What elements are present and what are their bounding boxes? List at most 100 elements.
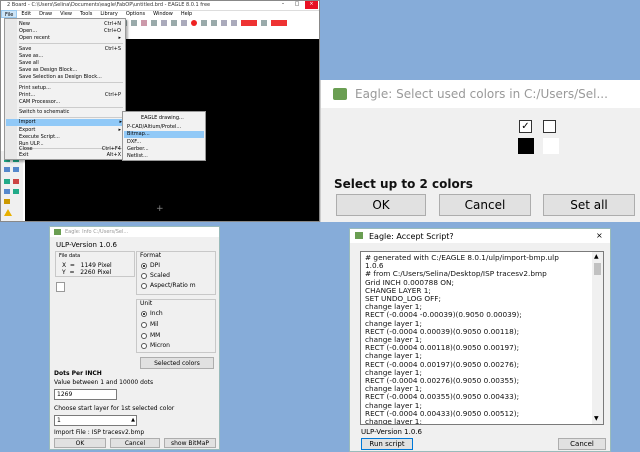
menu-window[interactable]: Window: [149, 10, 177, 18]
unit-option-inch[interactable]: Inch: [141, 310, 163, 317]
tool-icon-9[interactable]: [4, 199, 10, 204]
menu-options[interactable]: Options: [122, 10, 149, 18]
toolbar-icon-5[interactable]: [161, 20, 167, 26]
tool-icon-3[interactable]: [4, 167, 10, 172]
menu-item-save-design-block[interactable]: Save as Design Block...: [19, 67, 123, 73]
menu-item-print[interactable]: Print... Ctrl+P: [19, 92, 123, 98]
format-option-aspect[interactable]: Aspect/Ratio m: [141, 282, 196, 289]
format-option-scaled[interactable]: Scaled: [141, 272, 170, 279]
tool-icon-7[interactable]: [4, 189, 10, 194]
menu-draw[interactable]: Draw: [35, 10, 56, 18]
submenu-item-eagle-drawing[interactable]: EAGLE drawing...: [141, 115, 203, 121]
color-checkbox-2[interactable]: [543, 120, 556, 133]
script-close-icon[interactable]: ×: [596, 231, 603, 240]
radio-dpi[interactable]: [141, 262, 147, 269]
radio-mil[interactable]: [141, 321, 147, 328]
toolbar-icon-2[interactable]: [131, 20, 137, 26]
menu-item-print-setup[interactable]: Print setup...: [19, 85, 123, 91]
menu-tools[interactable]: Tools: [76, 10, 96, 18]
window-maximize-icon[interactable]: □: [291, 1, 303, 9]
tool-icon-8[interactable]: [13, 189, 19, 194]
script-title-bar: Eagle: Accept Script? ×: [350, 229, 610, 243]
board-title: 2 Board - C:\Users\Selina\Documents\eagl…: [7, 2, 211, 8]
info-cancel-button[interactable]: Cancel: [110, 438, 160, 448]
import-file-label: Import File : ISP tracesv2.bmp: [54, 429, 145, 436]
radio-mm[interactable]: [141, 332, 147, 339]
file-y-pixels: Y = 2260 Pixel: [62, 269, 112, 276]
menu-item-execute-script[interactable]: Execute Script...: [19, 134, 123, 140]
window-close-icon[interactable]: ×: [305, 1, 318, 9]
info-title: Eagle: Info C:/Users/Sel...: [65, 229, 129, 235]
script-line: change layer 1;: [365, 417, 422, 425]
menu-item-open[interactable]: Open... Ctrl+O: [19, 28, 123, 34]
run-script-button[interactable]: Run script: [361, 438, 413, 450]
info-ok-button[interactable]: OK: [54, 438, 106, 448]
script-scrollbar[interactable]: ▲ ▼: [592, 252, 603, 424]
colors-ok-button[interactable]: OK: [336, 194, 426, 216]
toolbar-icon-3[interactable]: [141, 20, 147, 26]
menu-file[interactable]: File: [1, 10, 18, 18]
radio-inch[interactable]: [141, 310, 147, 317]
menu-view[interactable]: View: [56, 10, 76, 18]
dots-range-hint: Value between 1 and 10000 dots: [54, 379, 154, 386]
info-dialog: Eagle: Info C:/Users/Sel... ULP-Version …: [49, 226, 220, 450]
toolbar-icon-4[interactable]: [151, 20, 157, 26]
toolbar-icon-9[interactable]: [211, 20, 217, 26]
toolbar-icon-11[interactable]: [231, 20, 237, 26]
menu-item-new[interactable]: New Ctrl+N: [19, 21, 123, 27]
show-bitmap-button[interactable]: show BitMaP: [164, 438, 216, 448]
toolbar-icon-12[interactable]: [241, 20, 257, 26]
menu-item-cam-processor[interactable]: CAM Processor...: [19, 99, 123, 105]
window-minimize-icon[interactable]: –: [277, 1, 289, 9]
menu-item-save[interactable]: Save Ctrl+S: [19, 46, 123, 52]
colors-set-all-button[interactable]: Set all: [543, 194, 635, 216]
menu-edit[interactable]: Edit: [17, 10, 35, 18]
menu-item-open-recent[interactable]: Open recent ▸: [19, 35, 123, 41]
scroll-up-icon[interactable]: ▲: [594, 253, 599, 260]
menu-item-switch-schematic[interactable]: Switch to schematic: [19, 109, 123, 115]
tool-icon-5[interactable]: [4, 179, 10, 184]
menu-item-save-selection-design-block[interactable]: Save Selection as Design Block...: [19, 74, 123, 80]
toolbar-icon-6[interactable]: [171, 20, 177, 26]
dots-input[interactable]: 1269: [54, 389, 117, 400]
warning-icon[interactable]: [4, 209, 12, 216]
script-cancel-button[interactable]: Cancel: [558, 438, 606, 450]
menu-item-exit[interactable]: Exit Alt+X: [19, 152, 123, 158]
scroll-down-icon[interactable]: ▼: [594, 415, 599, 422]
submenu-item-pcad-altium[interactable]: P-CAD/Altium/Protel...: [127, 124, 203, 130]
toolbar-icon-8[interactable]: [201, 20, 207, 26]
scroll-thumb[interactable]: [594, 263, 601, 275]
toolbar-icon-13[interactable]: [261, 20, 267, 26]
menu-item-import[interactable]: Import ▸: [6, 119, 124, 126]
toolbar-icon-14[interactable]: [271, 20, 287, 26]
selected-colors-button[interactable]: Selected colors: [140, 357, 214, 369]
colors-cancel-button[interactable]: Cancel: [439, 194, 531, 216]
menu-help[interactable]: Help: [177, 10, 196, 18]
submenu-item-dxf[interactable]: DXF...: [127, 139, 203, 145]
radio-aspect[interactable]: [141, 282, 147, 289]
menu-library[interactable]: Library: [96, 10, 121, 18]
stop-icon[interactable]: [191, 20, 197, 26]
menu-item-export[interactable]: Export ▸: [19, 127, 123, 133]
unit-option-mil[interactable]: Mil: [141, 321, 159, 328]
tool-icon-4[interactable]: [13, 167, 19, 172]
toolbar-icon-7[interactable]: [181, 20, 187, 26]
info-title-bar: Eagle: Info C:/Users/Sel...: [50, 227, 219, 237]
script-text-area[interactable]: # generated with C:/EAGLE 8.0.1/ulp/impo…: [360, 251, 604, 425]
toolbar-icon-10[interactable]: [221, 20, 227, 26]
menu-item-save-as[interactable]: Save as...: [19, 53, 123, 59]
radio-scaled[interactable]: [141, 272, 147, 279]
spinner-icon[interactable]: ▲: [131, 416, 135, 425]
dialog-title: Eagle: Select used colors in C:/Users/Se…: [355, 87, 608, 101]
submenu-item-bitmap[interactable]: Bitmap...: [124, 131, 204, 138]
start-layer-select[interactable]: 1 ▲: [54, 415, 137, 426]
unit-option-micron[interactable]: Micron: [141, 342, 170, 349]
submenu-item-gerber[interactable]: Gerber...: [127, 146, 203, 152]
tool-icon-6[interactable]: [13, 179, 19, 184]
format-option-dpi[interactable]: DPI: [141, 262, 160, 269]
menu-item-save-all[interactable]: Save all: [19, 60, 123, 66]
radio-micron[interactable]: [141, 342, 147, 349]
unit-option-mm[interactable]: MM: [141, 332, 160, 339]
color-checkbox-1[interactable]: ✓: [519, 120, 532, 133]
submenu-item-netlist[interactable]: Netlist...: [127, 153, 203, 159]
